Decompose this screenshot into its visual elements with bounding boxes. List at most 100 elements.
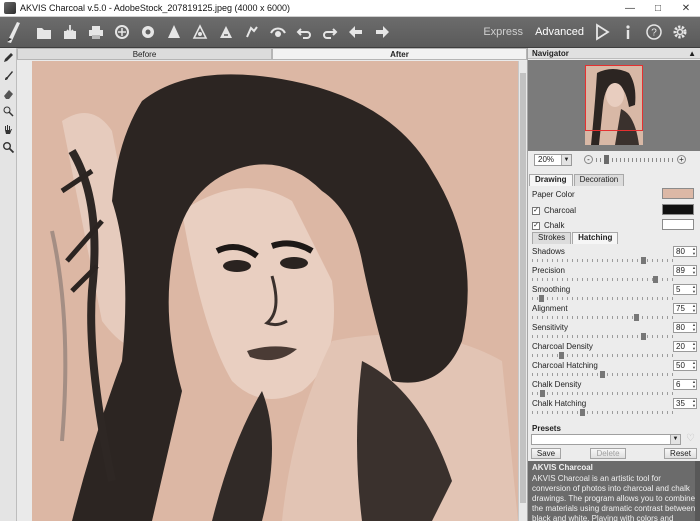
express-mode-button[interactable]: Express (483, 26, 523, 38)
share2-icon[interactable] (266, 20, 289, 44)
favorite-heart-icon[interactable]: ♡ (686, 433, 695, 444)
zoom-in-icon[interactable]: + (677, 155, 686, 164)
chalk-label: Chalk (544, 221, 565, 230)
run-icon[interactable] (590, 20, 613, 44)
param-row: Chalk Hatching 35 ▲ ▼ (532, 398, 697, 417)
brush-icon[interactable] (0, 66, 17, 84)
plugin-icon[interactable] (188, 20, 211, 44)
minimize-button[interactable]: — (616, 0, 644, 17)
param-row: Alignment 75 ▲ ▼ (532, 303, 697, 322)
spin-arrows-icon[interactable]: ▲ ▼ (691, 341, 697, 352)
param-slider[interactable] (532, 259, 673, 262)
save-preset-button[interactable]: Save (531, 448, 561, 459)
run-batch-icon[interactable] (214, 20, 237, 44)
collapse-icon[interactable]: ▲ (688, 48, 696, 59)
canvas-vertical-scrollbar[interactable] (518, 61, 527, 521)
param-slider[interactable] (532, 354, 673, 357)
help-icon[interactable]: ? (642, 20, 665, 44)
batch-icon[interactable] (136, 20, 159, 44)
spin-arrows-icon[interactable]: ▲ ▼ (691, 398, 697, 409)
param-label: Precision (532, 266, 565, 275)
redo-icon[interactable] (318, 20, 341, 44)
param-slider-knob[interactable] (634, 314, 639, 321)
help-text: AKVIS Charcoal is an artistic tool for c… (532, 474, 696, 521)
save-icon[interactable] (58, 20, 81, 44)
method-tabs: Strokes Hatching (532, 232, 619, 244)
spin-arrows-icon[interactable]: ▲ ▼ (691, 284, 697, 295)
gear-icon[interactable] (668, 20, 691, 44)
chalk-color-swatch[interactable] (662, 219, 694, 230)
close-button[interactable]: ✕ (672, 0, 700, 17)
help-scrollbar[interactable] (695, 461, 700, 521)
paper-color-swatch[interactable] (662, 188, 694, 199)
delete-preset-button[interactable]: Delete (590, 448, 626, 459)
chalk-checkbox[interactable]: ✓ (532, 221, 540, 230)
param-slider-knob[interactable] (540, 390, 546, 397)
advanced-mode-button[interactable]: Advanced (535, 26, 584, 38)
param-slider-knob[interactable] (640, 257, 646, 264)
navigator-viewport[interactable] (585, 65, 643, 131)
zoom-slider[interactable]: - + (584, 154, 686, 164)
tab-strokes[interactable]: Strokes (532, 232, 572, 244)
chevron-down-icon[interactable]: ▼ (670, 435, 680, 444)
print-icon[interactable] (84, 20, 107, 44)
paper-color-row: Paper Color (532, 188, 698, 201)
zoom-select[interactable]: 20% ▼ (534, 153, 572, 166)
tab-decoration[interactable]: Decoration (573, 174, 625, 186)
navigator-preview[interactable] (528, 60, 700, 151)
spin-arrows-icon[interactable]: ▲ ▼ (691, 265, 697, 276)
param-row: Smoothing 5 ▲ ▼ (532, 284, 697, 303)
open-icon[interactable] (32, 20, 55, 44)
param-slider[interactable] (532, 392, 673, 395)
hand-icon[interactable] (0, 120, 17, 138)
charcoal-color-swatch[interactable] (662, 204, 694, 215)
spin-arrows-icon[interactable]: ▲ ▼ (691, 360, 697, 371)
param-slider-knob[interactable] (579, 409, 585, 416)
result-image[interactable] (32, 61, 518, 521)
param-slider-knob[interactable] (640, 333, 646, 340)
preferences-icon[interactable] (162, 20, 185, 44)
info-icon[interactable] (616, 20, 639, 44)
zoom-slider-knob[interactable] (604, 154, 609, 164)
pencil-icon[interactable] (0, 48, 17, 66)
presets-select[interactable]: ▼ (531, 434, 681, 445)
charcoal-checkbox[interactable]: ✓ (532, 206, 540, 215)
back-icon[interactable] (344, 20, 367, 44)
zoom-icon[interactable] (0, 138, 17, 156)
param-slider[interactable] (532, 316, 673, 319)
param-row: Charcoal Density 20 ▲ ▼ (532, 341, 697, 360)
param-label: Chalk Hatching (532, 399, 587, 408)
param-label: Charcoal Hatching (532, 361, 598, 370)
param-slider-knob[interactable] (600, 371, 605, 378)
chevron-down-icon[interactable]: ▼ (561, 154, 571, 165)
param-slider-knob[interactable] (653, 276, 659, 283)
param-slider-knob[interactable] (559, 352, 565, 359)
spin-arrows-icon[interactable]: ▲ ▼ (691, 246, 697, 257)
maximize-button[interactable]: □ (644, 0, 672, 17)
param-slider[interactable] (532, 411, 673, 414)
tab-hatching[interactable]: Hatching (572, 232, 619, 244)
reset-preset-button[interactable]: Reset (664, 448, 697, 459)
share-icon[interactable] (110, 20, 133, 44)
mixer-icon[interactable] (0, 102, 17, 120)
param-slider-knob[interactable] (538, 295, 544, 302)
drawing-tabs: Drawing Decoration (529, 174, 625, 186)
eraser-icon[interactable] (0, 84, 17, 102)
param-row: Shadows 80 ▲ ▼ (532, 246, 697, 265)
tab-before[interactable]: Before (17, 48, 272, 60)
param-slider[interactable] (532, 278, 673, 281)
canvas-area: Before After (17, 48, 527, 521)
app-icon (4, 2, 16, 14)
spin-arrows-icon[interactable]: ▲ ▼ (691, 379, 697, 390)
tab-drawing[interactable]: Drawing (529, 174, 573, 186)
param-slider[interactable] (532, 335, 673, 338)
spin-arrows-icon[interactable]: ▲ ▼ (691, 303, 697, 314)
tab-after[interactable]: After (272, 48, 527, 60)
param-label: Chalk Density (532, 380, 582, 389)
forward-icon[interactable] (370, 20, 393, 44)
undo-icon[interactable] (292, 20, 315, 44)
settings-icon[interactable] (240, 20, 263, 44)
param-slider[interactable] (532, 297, 673, 300)
spin-arrows-icon[interactable]: ▲ ▼ (691, 322, 697, 333)
zoom-out-icon[interactable]: - (584, 155, 593, 164)
